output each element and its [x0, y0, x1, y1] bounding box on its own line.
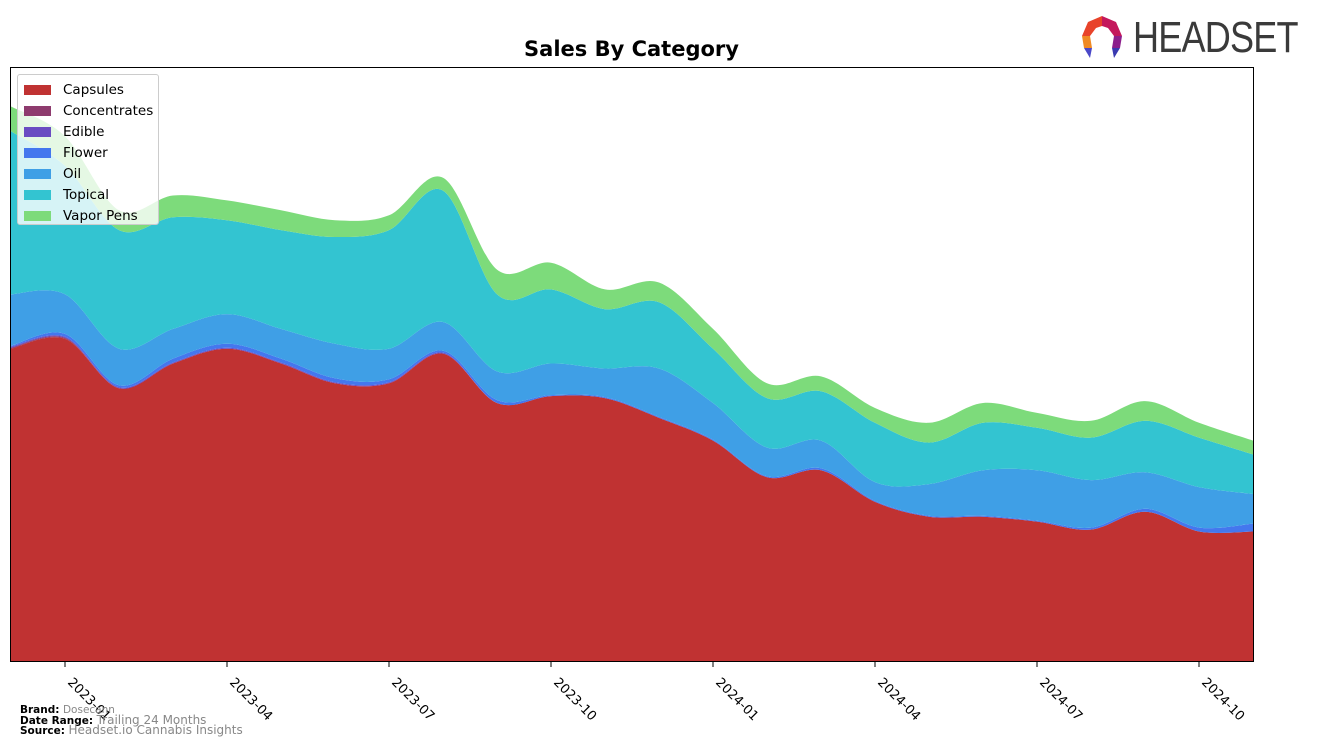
legend-swatch: [24, 210, 51, 221]
legend-label: Concentrates: [63, 102, 154, 119]
legend-swatch: [24, 189, 51, 200]
legend-item-edible: Edible: [24, 121, 104, 142]
legend-item-vapor-pens: Vapor Pens: [24, 205, 138, 226]
legend-item-capsules: Capsules: [24, 79, 124, 100]
x-tick-label: 2024-01: [712, 675, 761, 724]
sales-by-category-chart: 2023-01 2023-04 2023-07 2023-10 2024-01 2024-…: [10, 67, 1254, 724]
x-tick-label: 2024-04: [874, 675, 923, 724]
area-layers: [11, 106, 1253, 661]
legend: Capsules Concentrates Edible Flower Oil Topic…: [17, 74, 159, 225]
legend-swatch: [24, 105, 51, 116]
source-label: Source:: [20, 725, 65, 737]
legend-swatch: [24, 168, 51, 179]
x-tick-label: 2024-07: [1036, 675, 1085, 724]
x-tick-label: 2023-10: [550, 675, 599, 724]
legend-label: Topical: [63, 186, 109, 203]
legend-swatch: [24, 126, 51, 137]
legend-label: Oil: [63, 165, 82, 182]
legend-item-flower: Flower: [24, 142, 108, 163]
footer-source: Source: Headset.io Cannabis Insights: [20, 723, 243, 737]
legend-item-topical: Topical: [24, 184, 109, 205]
source-value: Headset.io Cannabis Insights: [68, 723, 243, 737]
footer-info: Brand: Dosecann Date Range: Trailing 24 …: [20, 705, 243, 737]
legend-label: Flower: [63, 144, 108, 161]
x-tick-label: 2024-10: [1198, 675, 1247, 724]
legend-label: Edible: [63, 123, 105, 140]
legend-swatch: [24, 84, 51, 95]
legend-swatch: [24, 147, 51, 158]
legend-label: Vapor Pens: [63, 207, 138, 224]
x-tick-label: 2023-07: [388, 675, 437, 724]
legend-item-concentrates: Concentrates: [24, 100, 153, 121]
legend-label: Capsules: [63, 81, 124, 98]
legend-item-oil: Oil: [24, 163, 81, 184]
